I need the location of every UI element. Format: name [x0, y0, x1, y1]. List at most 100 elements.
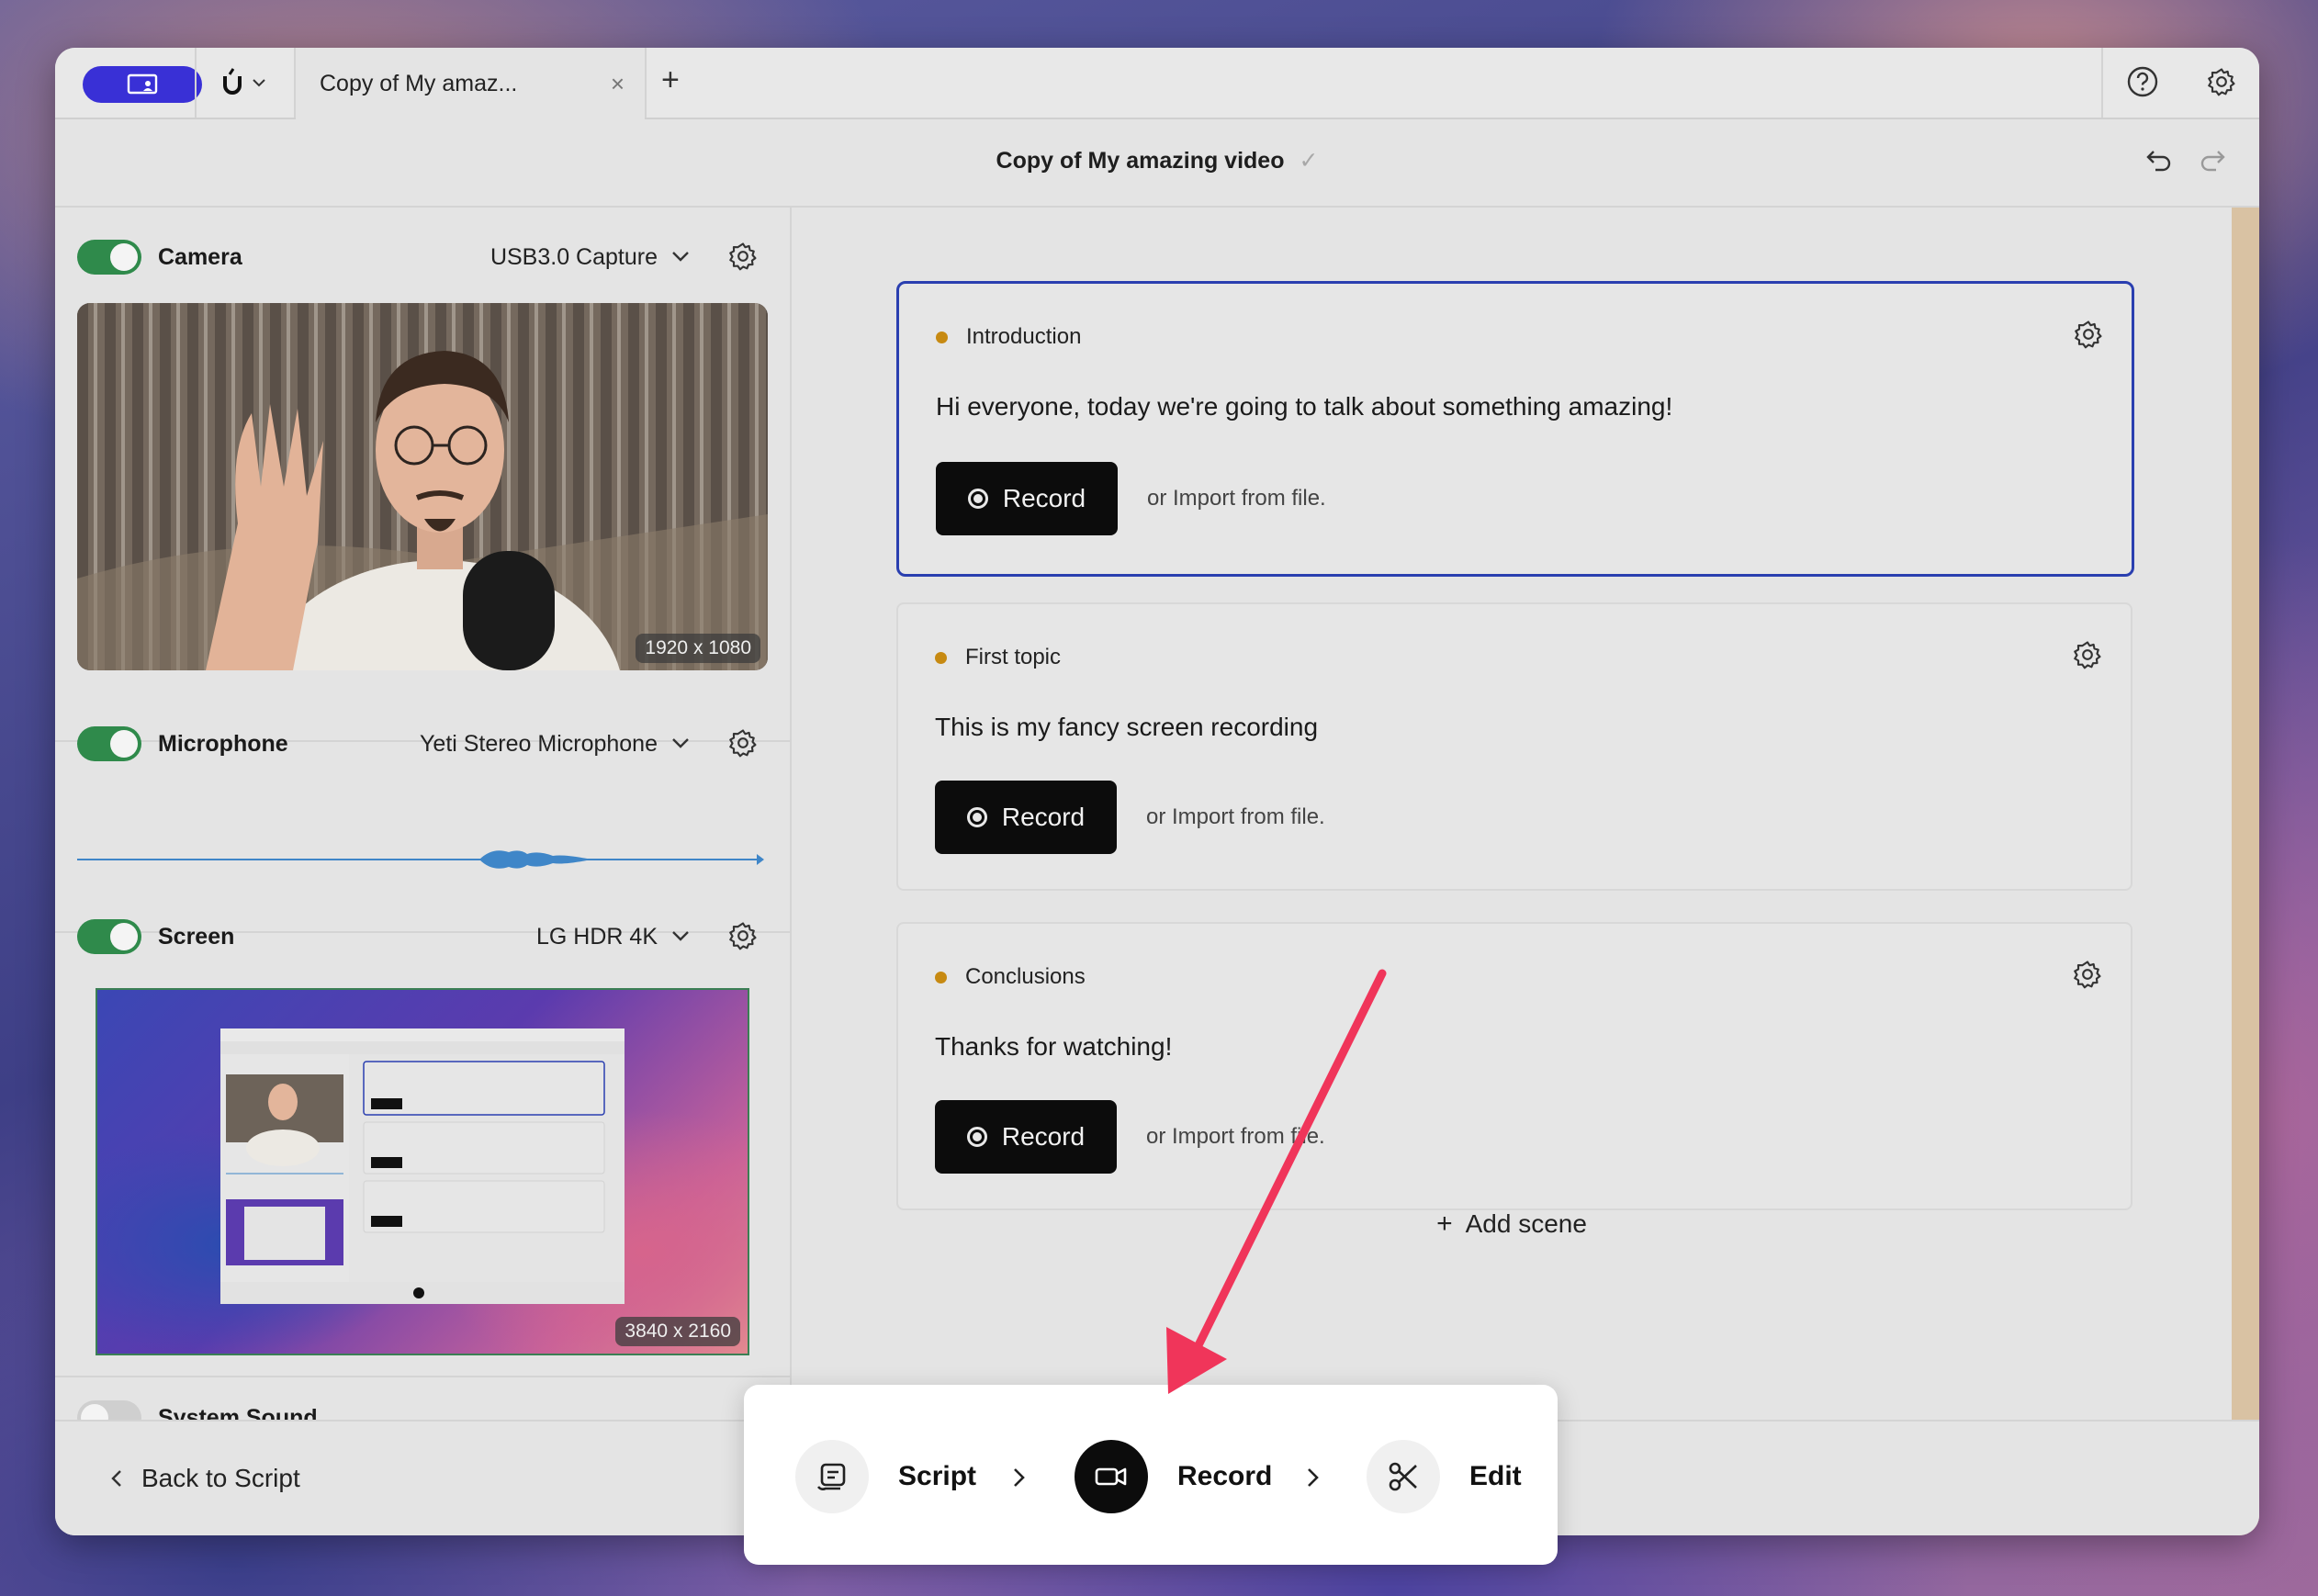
- record-dot-icon: [966, 1127, 987, 1147]
- screen-row: Screen LG HDR 4K: [77, 916, 768, 957]
- screen-preview: 3840 x 2160: [96, 988, 749, 1355]
- chevron-left-icon: [111, 1470, 121, 1487]
- step-edit-label: Edit: [1469, 1461, 1522, 1491]
- back-to-script-button[interactable]: Back to Script: [110, 1464, 300, 1493]
- document-titlebar: Copy of My amazing video ✓: [55, 119, 2259, 208]
- app-logo-icon: [223, 68, 242, 95]
- screen-mode-icon: [127, 73, 158, 95]
- tabbar-separator: [2101, 48, 2103, 118]
- camera-toggle[interactable]: [77, 240, 141, 275]
- microphone-toggle[interactable]: [77, 726, 141, 761]
- camera-icon: [1095, 1467, 1127, 1486]
- microphone-waveform: [77, 850, 764, 869]
- document-title: Copy of My amazing video: [996, 148, 1285, 174]
- scene-status-dot: [936, 331, 948, 343]
- scene-header: Conclusions: [935, 964, 1086, 990]
- new-tab-button[interactable]: +: [661, 62, 680, 98]
- record-button[interactable]: Record: [935, 1100, 1117, 1174]
- import-from-file-link[interactable]: or Import from file.: [1146, 804, 1325, 830]
- import-from-file-link[interactable]: or Import from file.: [1146, 1124, 1325, 1150]
- gear-icon[interactable]: [2072, 959, 2103, 990]
- recording-mode-button[interactable]: [83, 66, 202, 103]
- record-button[interactable]: Record: [936, 462, 1118, 535]
- scene-status-dot: [935, 971, 947, 983]
- microphone-device-select[interactable]: Yeti Stereo Microphone: [420, 731, 658, 758]
- add-scene-label: Add scene: [1465, 1209, 1587, 1238]
- add-scene-button[interactable]: + Add scene: [792, 1208, 2232, 1240]
- settings-button[interactable]: [2200, 61, 2243, 103]
- record-label: Record: [1002, 484, 1086, 512]
- microphone-row: Microphone Yeti Stereo Microphone: [77, 724, 768, 764]
- scene-status-dot: [935, 651, 947, 664]
- record-label: Record: [1001, 1122, 1086, 1151]
- tabbar-separator: [645, 48, 647, 118]
- gear-icon[interactable]: [2073, 319, 2104, 350]
- camera-resolution-badge: 1920 x 1080: [636, 634, 760, 663]
- step-script-icon-wrap: [795, 1440, 869, 1513]
- chevron-right-icon: [1014, 1468, 1025, 1487]
- screen-resolution-badge: 3840 x 2160: [615, 1317, 740, 1346]
- undo-icon: [2146, 151, 2171, 172]
- page-title[interactable]: Copy of My amazing video ✓: [55, 147, 2259, 174]
- screen-toggle[interactable]: [77, 919, 141, 954]
- sources-panel: Camera USB3.0 Capture 1920 x 1080 Microp…: [55, 208, 792, 1535]
- scene-title: Conclusions: [965, 964, 1086, 989]
- step-record-label: Record: [1177, 1461, 1273, 1491]
- gear-icon[interactable]: [727, 241, 759, 272]
- plus-icon: +: [1436, 1208, 1453, 1239]
- record-label: Record: [1001, 803, 1086, 831]
- tabbar-separator: [195, 48, 197, 118]
- step-script-label: Script: [898, 1461, 977, 1491]
- gear-icon: [2208, 68, 2235, 96]
- app-window: Copy of My amaz... × + Copy of My amazin…: [55, 48, 2259, 1535]
- tab-document[interactable]: Copy of My amaz... ×: [296, 48, 645, 119]
- scissors-icon: [1389, 1462, 1417, 1491]
- script-icon: [816, 1463, 846, 1490]
- tab-close-icon[interactable]: ×: [611, 70, 625, 98]
- camera-feed-image: [77, 303, 768, 670]
- app-menu-button[interactable]: [220, 61, 266, 105]
- microphone-label: Microphone: [158, 730, 288, 757]
- step-record[interactable]: Record: [1075, 1440, 1272, 1513]
- scene-title: First topic: [965, 645, 1062, 669]
- scene-script-text[interactable]: This is my fancy screen recording: [935, 713, 1318, 742]
- camera-label: Camera: [158, 243, 242, 270]
- scene-title: Introduction: [966, 324, 1082, 349]
- camera-device-select[interactable]: USB3.0 Capture: [490, 244, 658, 271]
- step-edit[interactable]: Edit: [1367, 1440, 1522, 1513]
- chevron-down-icon[interactable]: [670, 729, 691, 757]
- camera-row: Camera USB3.0 Capture: [77, 237, 768, 277]
- gear-icon[interactable]: [2072, 639, 2103, 670]
- screen-device-select[interactable]: LG HDR 4K: [536, 924, 658, 950]
- redo-button[interactable]: [2191, 140, 2234, 182]
- gear-icon[interactable]: [727, 727, 759, 759]
- scene-header: First topic: [935, 645, 1061, 670]
- scene-script-text[interactable]: Hi everyone, today we're going to talk a…: [936, 392, 1672, 421]
- screen-capture-thumbnail: [220, 1028, 625, 1304]
- saved-check-icon: ✓: [1299, 148, 1319, 174]
- scene-card[interactable]: First topic This is my fancy screen reco…: [896, 602, 2132, 891]
- section-divider: [55, 1376, 790, 1377]
- scene-card[interactable]: Conclusions Thanks for watching! Record …: [896, 922, 2132, 1210]
- chevron-down-icon[interactable]: [670, 242, 691, 270]
- gear-icon[interactable]: [727, 920, 759, 951]
- help-button[interactable]: [2121, 61, 2164, 103]
- undo-button[interactable]: [2138, 140, 2180, 182]
- redo-icon: [2200, 151, 2225, 172]
- record-dot-icon: [966, 807, 987, 827]
- scrollbar-track[interactable]: [2232, 208, 2259, 1535]
- help-icon: [2127, 66, 2158, 97]
- chevron-right-icon: [1308, 1468, 1319, 1487]
- step-record-icon-wrap: [1075, 1440, 1148, 1513]
- camera-preview: 1920 x 1080: [77, 303, 768, 670]
- scene-card[interactable]: Introduction Hi everyone, today we're go…: [896, 281, 2134, 577]
- chevron-down-icon[interactable]: [670, 922, 691, 950]
- chevron-down-icon: [253, 79, 265, 87]
- back-to-script-label: Back to Script: [141, 1464, 300, 1492]
- scenes-panel: Introduction Hi everyone, today we're go…: [792, 208, 2232, 1535]
- import-from-file-link[interactable]: or Import from file.: [1147, 486, 1326, 511]
- scene-script-text[interactable]: Thanks for watching!: [935, 1032, 1172, 1062]
- step-script[interactable]: Script: [795, 1440, 976, 1513]
- workflow-steps: Script Record Edit: [744, 1385, 1558, 1565]
- record-button[interactable]: Record: [935, 781, 1117, 854]
